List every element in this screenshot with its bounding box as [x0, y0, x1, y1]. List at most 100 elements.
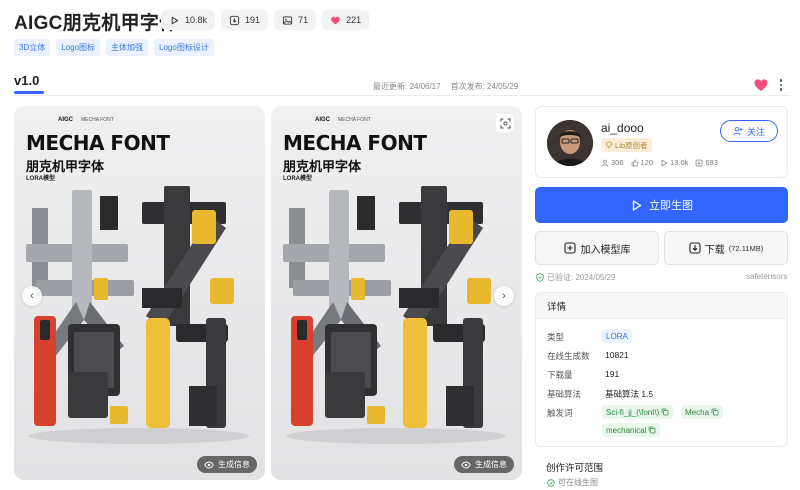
more-options-icon[interactable]: [776, 77, 786, 93]
download-label: 下载: [704, 244, 725, 256]
check-circle-icon: [547, 478, 555, 487]
showcase-image-2[interactable]: AIGC MECHA FONT MECHA FONT 朋克机甲字体 LORA模型…: [271, 106, 522, 480]
showcase-image-1[interactable]: AIGC MECHA FONT MECHA FONT 朋克机甲字体 LORA模型…: [14, 106, 265, 480]
download-box-icon: [689, 242, 701, 254]
last-updated: 最近更新: 24/06/17: [373, 82, 441, 91]
chevron-right-icon: ›: [502, 290, 506, 302]
copy-icon: [711, 408, 719, 416]
version-dates: 最近更新: 24/06/17 首次发布: 24/05/29: [373, 81, 518, 92]
author-likes: 120: [631, 158, 653, 167]
author-runs: 13.0k: [660, 158, 688, 167]
poster-topbar-right: MECHA FONT: [81, 117, 114, 123]
images-stat: 71: [274, 10, 317, 30]
poster-title: MECHA FONT: [283, 131, 427, 155]
copy-icon: [649, 426, 656, 434]
copy-icon: [662, 408, 669, 416]
poster-topbar: AIGC MECHA FONT: [315, 117, 371, 123]
follow-label: 关注: [746, 126, 765, 137]
play-icon: [632, 199, 642, 211]
expand-icon: [499, 117, 511, 129]
gen-info-label: 生成信息: [475, 460, 507, 469]
model-page: AIGC朋克机甲字体 10.8k 191 71 221 3D立体 Logo图标 …: [0, 0, 800, 490]
verified-label: 已验证: 2024/05/29: [547, 273, 616, 282]
image-icon: [282, 15, 293, 25]
trigger-words-label: 触发词: [547, 408, 573, 418]
likes-stat[interactable]: 221: [322, 10, 370, 30]
gen-info-button[interactable]: 生成信息: [454, 456, 514, 473]
divider: [14, 95, 790, 96]
downloads-stat: 191: [221, 10, 269, 30]
version-tab-indicator: [14, 91, 44, 94]
base-model-value: 基础算法 1.5: [605, 389, 654, 399]
poster-topbar: AIGC MECHA FONT: [58, 117, 114, 123]
generate-now-button[interactable]: 立即生图: [535, 187, 788, 223]
author-name[interactable]: ai_dooo: [601, 121, 644, 135]
author-stats: 306 120 13.0k 693: [601, 158, 718, 167]
images-count: 71: [298, 15, 309, 25]
tag[interactable]: Logo图标设计: [154, 39, 214, 56]
online-gen-label: 在线生成数: [547, 351, 590, 361]
download-box-icon: [229, 15, 240, 25]
follow-button[interactable]: 关注: [720, 120, 778, 142]
poster-aigc-label: AIGC: [58, 117, 73, 123]
tag[interactable]: 主体加强: [106, 39, 149, 56]
trigger-word: Sci-fi_jj_(\font\): [606, 407, 660, 417]
type-value: LORA: [602, 329, 632, 343]
avatar[interactable]: [547, 120, 593, 166]
eye-icon: [461, 461, 471, 468]
generate-now-label: 立即生图: [649, 200, 693, 212]
poster-topbar-right: MECHA FONT: [338, 117, 371, 123]
download-size: (72.11MB): [728, 243, 764, 253]
trigger-word: Mecha: [685, 407, 710, 417]
add-to-library-button[interactable]: 加入模型库: [535, 231, 659, 265]
gallery-prev-button[interactable]: ‹: [22, 286, 42, 306]
author-followers: 306: [601, 158, 624, 167]
thumb-icon: [631, 159, 639, 166]
add-to-library-label: 加入模型库: [580, 244, 631, 256]
creator-badge: Lib原创者: [601, 138, 652, 152]
trigger-word: mechanical: [606, 425, 647, 435]
users-icon: [601, 159, 609, 166]
trigger-word-chip[interactable]: mechanical: [602, 423, 661, 437]
author-followers-count: 306: [611, 158, 624, 167]
file-format: safetensors: [746, 272, 788, 281]
poster-model-label: LORA模型: [283, 176, 312, 182]
trigger-word-chip[interactable]: Mecha: [681, 405, 724, 419]
author-downloads: 693: [695, 158, 718, 167]
model-stats: 10.8k 191 71 221: [161, 10, 370, 30]
author-runs-count: 13.0k: [670, 158, 689, 167]
details-title: 详情: [536, 293, 787, 319]
shield-check-icon: [536, 273, 544, 282]
tag[interactable]: 3D立体: [14, 39, 51, 56]
gallery-next-button[interactable]: ›: [494, 286, 514, 306]
author-downloads-count: 693: [705, 158, 718, 167]
license-title: 创作许可范围: [546, 463, 604, 474]
creator-badge-label: Lib原创者: [615, 140, 648, 150]
type-label: 类型: [547, 332, 565, 342]
runs-count: 10.8k: [185, 15, 208, 25]
tag-list: 3D立体 Logo图标 主体加强 Logo图标设计: [14, 39, 214, 56]
version-tab[interactable]: v1.0: [14, 73, 39, 88]
trigger-word-chip[interactable]: Sci-fi_jj_(\font\): [602, 405, 674, 419]
play-icon: [171, 16, 179, 24]
online-gen-value: 10821: [605, 350, 629, 360]
downloads-label: 下载量: [547, 370, 573, 380]
poster-title: MECHA FONT: [26, 131, 170, 155]
gen-info-button[interactable]: 生成信息: [197, 456, 257, 473]
eye-icon: [204, 461, 214, 468]
diamond-icon: [605, 141, 613, 149]
expand-image-button[interactable]: [496, 114, 514, 132]
license-item: 可在线生图: [547, 477, 598, 488]
tag[interactable]: Logo图标: [56, 39, 101, 56]
like-heart-icon[interactable]: [753, 77, 769, 93]
first-published: 首次发布: 24/05/29: [450, 82, 519, 91]
download-button[interactable]: 下载 (72.11MB): [664, 231, 788, 265]
poster-aigc-label: AIGC: [315, 117, 330, 123]
poster-model-label: LORA模型: [26, 176, 55, 182]
plus-box-icon: [563, 242, 576, 254]
play-icon: [661, 159, 668, 166]
likes-count: 221: [346, 15, 362, 25]
avatar-portrait: [547, 120, 593, 166]
chevron-left-icon: ‹: [30, 290, 34, 302]
downloads-count: 191: [245, 15, 261, 25]
